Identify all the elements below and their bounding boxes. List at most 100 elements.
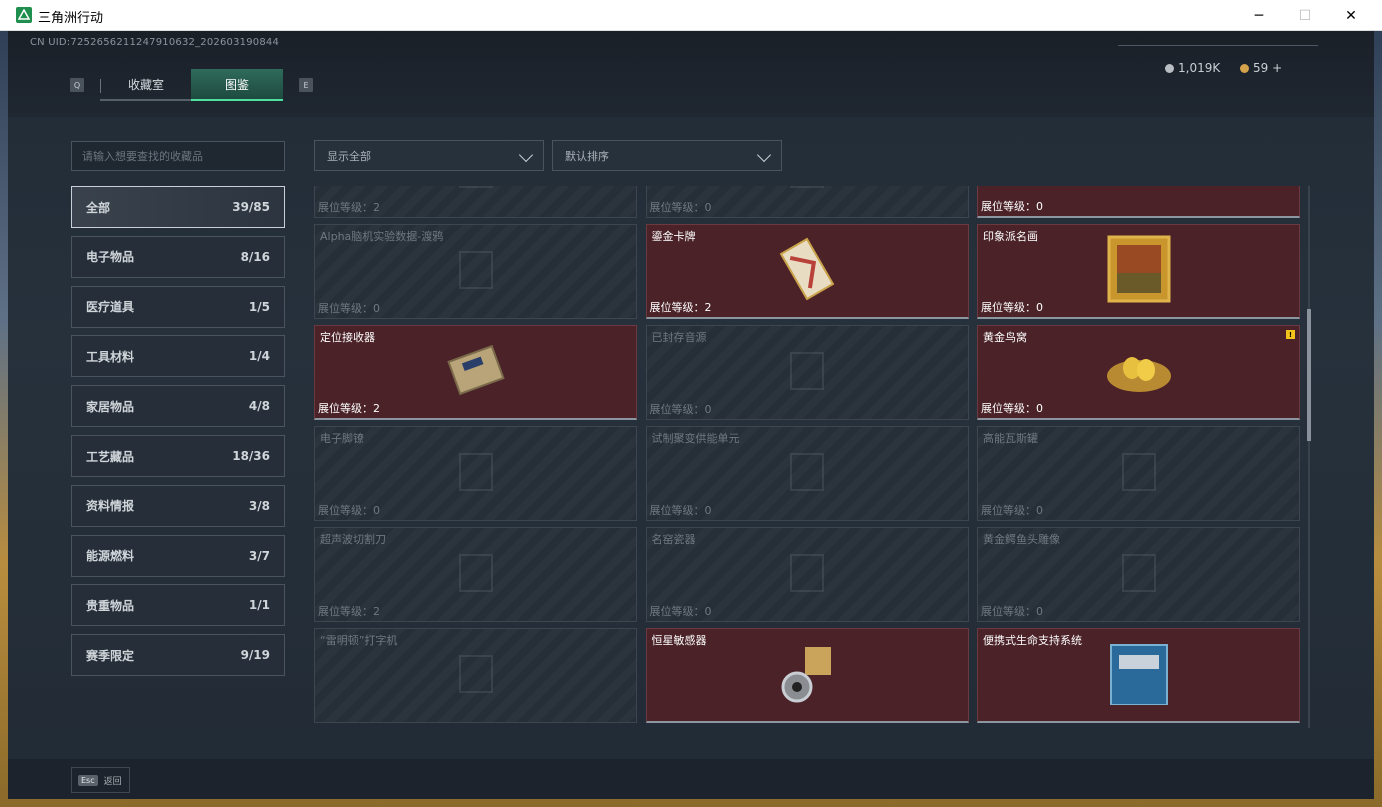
item-name: 已封存音源 xyxy=(651,331,707,344)
prev-tab-key-hint[interactable]: Q xyxy=(70,78,84,92)
level-prefix: 展位等级： xyxy=(981,605,1036,618)
sort-dropdown[interactable]: 默认排序 xyxy=(552,140,782,171)
category-label: 工具材料 xyxy=(86,349,135,364)
item-name: “雷明顿”打字机 xyxy=(320,634,398,647)
gold-coin-icon xyxy=(1240,63,1249,73)
level-prefix: 展位等级： xyxy=(649,605,705,618)
level-prefix: 展位等级： xyxy=(649,504,705,517)
item-name: Alpha脑机实验数据-渡鸦 xyxy=(320,230,444,243)
item-name: 超声波切割刀 xyxy=(320,533,386,546)
tab-catalog[interactable]: 图鉴 xyxy=(191,69,283,101)
category-item[interactable]: 工具材料 1/4 xyxy=(71,335,285,378)
category-count: 1/5 xyxy=(248,299,270,314)
game-viewport: CN UID:7252656211247910632_202603190844 … xyxy=(8,31,1374,799)
category-count: 1/1 xyxy=(248,598,270,613)
fusion-cell-icon xyxy=(777,442,837,506)
collectible-card[interactable]: 已封存音源 展位等级：0 xyxy=(645,325,969,420)
collectible-card[interactable]: 便携式生命支持系统 xyxy=(977,628,1300,723)
category-count: 8/16 xyxy=(240,249,270,264)
category-count: 1/4 xyxy=(248,349,270,364)
collectible-card[interactable]: 黄金鳄鱼头雕像 展位等级：0 xyxy=(977,527,1300,622)
collectible-card[interactable]: 展位等级：2 xyxy=(314,186,637,218)
category-count: 3/7 xyxy=(248,548,270,563)
cutter-icon xyxy=(446,543,506,607)
item-level: 展位等级：2 xyxy=(650,299,712,315)
item-level: 展位等级：2 xyxy=(318,199,380,215)
collectible-card[interactable]: 超声波切割刀 展位等级：2 xyxy=(314,527,637,622)
collectible-card[interactable]: 黄金鸟窝 展位等级：0! xyxy=(977,325,1300,420)
category-item[interactable]: 全部 39/85 xyxy=(71,186,285,228)
grid-scrollbar-thumb[interactable] xyxy=(1307,309,1311,441)
collectible-card[interactable]: 展位等级：0 xyxy=(977,186,1300,218)
category-count: 39/85 xyxy=(232,200,270,214)
level-value: 0 xyxy=(1036,301,1043,314)
level-value: 0 xyxy=(1036,200,1043,213)
item-level: 展位等级：2 xyxy=(318,603,380,619)
gold-amount: 59 + xyxy=(1253,61,1283,75)
item-level: 展位等级：0 xyxy=(981,603,1043,619)
level-value: 0 xyxy=(1036,402,1043,415)
level-value: 0 xyxy=(704,201,712,214)
category-label: 医疗道具 xyxy=(86,300,135,315)
collectible-card[interactable]: 高能瓦斯罐 展位等级：0 xyxy=(977,426,1300,521)
croc-statue-icon xyxy=(1109,543,1169,607)
window-title: 三角洲行动 xyxy=(38,11,104,26)
collectible-card[interactable]: 恒星敏感器 xyxy=(645,628,969,723)
tab-collection-room[interactable]: 收藏室 xyxy=(100,69,192,101)
level-prefix: 展位等级： xyxy=(318,504,373,517)
star-sensor-icon xyxy=(775,641,839,709)
collectible-card[interactable]: 展位等级：0 xyxy=(645,186,969,218)
collectible-card[interactable]: 名窑瓷器展位等级：0 xyxy=(645,527,969,622)
category-item[interactable]: 工艺藏品 18/36 xyxy=(71,435,285,477)
category-item[interactable]: 医疗道具 1/5 xyxy=(71,285,285,328)
item-level: 展位等级：0 xyxy=(650,603,712,619)
grid-scrollbar-track[interactable] xyxy=(1308,186,1310,728)
maximize-button[interactable]: ☐ xyxy=(1282,0,1328,31)
silver-currency[interactable]: 1,019K xyxy=(1165,61,1220,75)
collectible-card[interactable]: 鎏金卡牌 展位等级：2 xyxy=(645,224,969,319)
collectible-card[interactable]: 定位接收器 展位等级：2 xyxy=(314,325,637,420)
item-level: 展位等级：0 xyxy=(318,502,380,518)
collectible-card[interactable]: “雷明顿”打字机 xyxy=(314,628,637,723)
close-button[interactable]: ✕ xyxy=(1328,0,1374,31)
category-item[interactable]: 赛季限定 9/19 xyxy=(71,634,285,677)
typewriter-icon xyxy=(446,644,506,708)
collectible-card[interactable]: Alpha脑机实验数据-渡鸦 展位等级：0 xyxy=(314,224,637,319)
shackle-icon xyxy=(446,442,506,506)
item-level: 展位等级：0 xyxy=(318,300,380,316)
category-item[interactable]: 能源燃料 3/7 xyxy=(71,534,285,577)
next-tab-key-hint[interactable]: E xyxy=(299,78,313,92)
category-count: 3/8 xyxy=(248,498,270,513)
item-name: 印象派名画 xyxy=(983,230,1038,243)
level-value: 0 xyxy=(1036,504,1043,517)
life-support-icon xyxy=(1107,641,1171,709)
level-value: 0 xyxy=(704,504,712,517)
collectible-card[interactable]: 印象派名画展位等级：0 xyxy=(977,224,1300,319)
category-count: 9/19 xyxy=(240,648,270,663)
collectible-card[interactable]: 电子脚镣展位等级：0 xyxy=(314,426,637,521)
category-count: 4/8 xyxy=(248,399,270,414)
silver-coin-icon xyxy=(1165,63,1174,73)
item-level: 展位等级：0 xyxy=(981,400,1043,416)
item-level: 展位等级：0 xyxy=(650,199,712,215)
item-name: 电子脚镣 xyxy=(320,432,364,445)
minimize-button[interactable]: ─ xyxy=(1236,0,1282,31)
painting-icon xyxy=(1107,235,1171,307)
category-item[interactable]: 电子物品 8/16 xyxy=(71,235,285,278)
item-name: 名窑瓷器 xyxy=(651,533,696,546)
search-input[interactable]: 请输入想要查找的收藏品 xyxy=(71,141,285,171)
category-item[interactable]: 贵重物品 1/1 xyxy=(71,584,285,627)
back-button[interactable]: Esc 返回 xyxy=(71,767,130,793)
golden-nest-icon xyxy=(1104,342,1174,402)
warning-icon: ! xyxy=(1286,330,1295,339)
filter-show-dropdown[interactable]: 显示全部 xyxy=(314,140,544,171)
item-name: 定位接收器 xyxy=(320,331,375,344)
device-icon xyxy=(446,240,506,304)
level-prefix: 展位等级： xyxy=(318,605,373,618)
category-label: 赛季限定 xyxy=(86,648,135,663)
collectible-card[interactable]: 试制聚变供能单元 展位等级：0 xyxy=(645,426,969,521)
category-item[interactable]: 资料情报 3/8 xyxy=(71,484,285,527)
category-item[interactable]: 家居物品 4/8 xyxy=(71,385,285,428)
level-prefix: 展位等级： xyxy=(981,301,1036,314)
gold-currency[interactable]: 59 + xyxy=(1240,61,1282,75)
